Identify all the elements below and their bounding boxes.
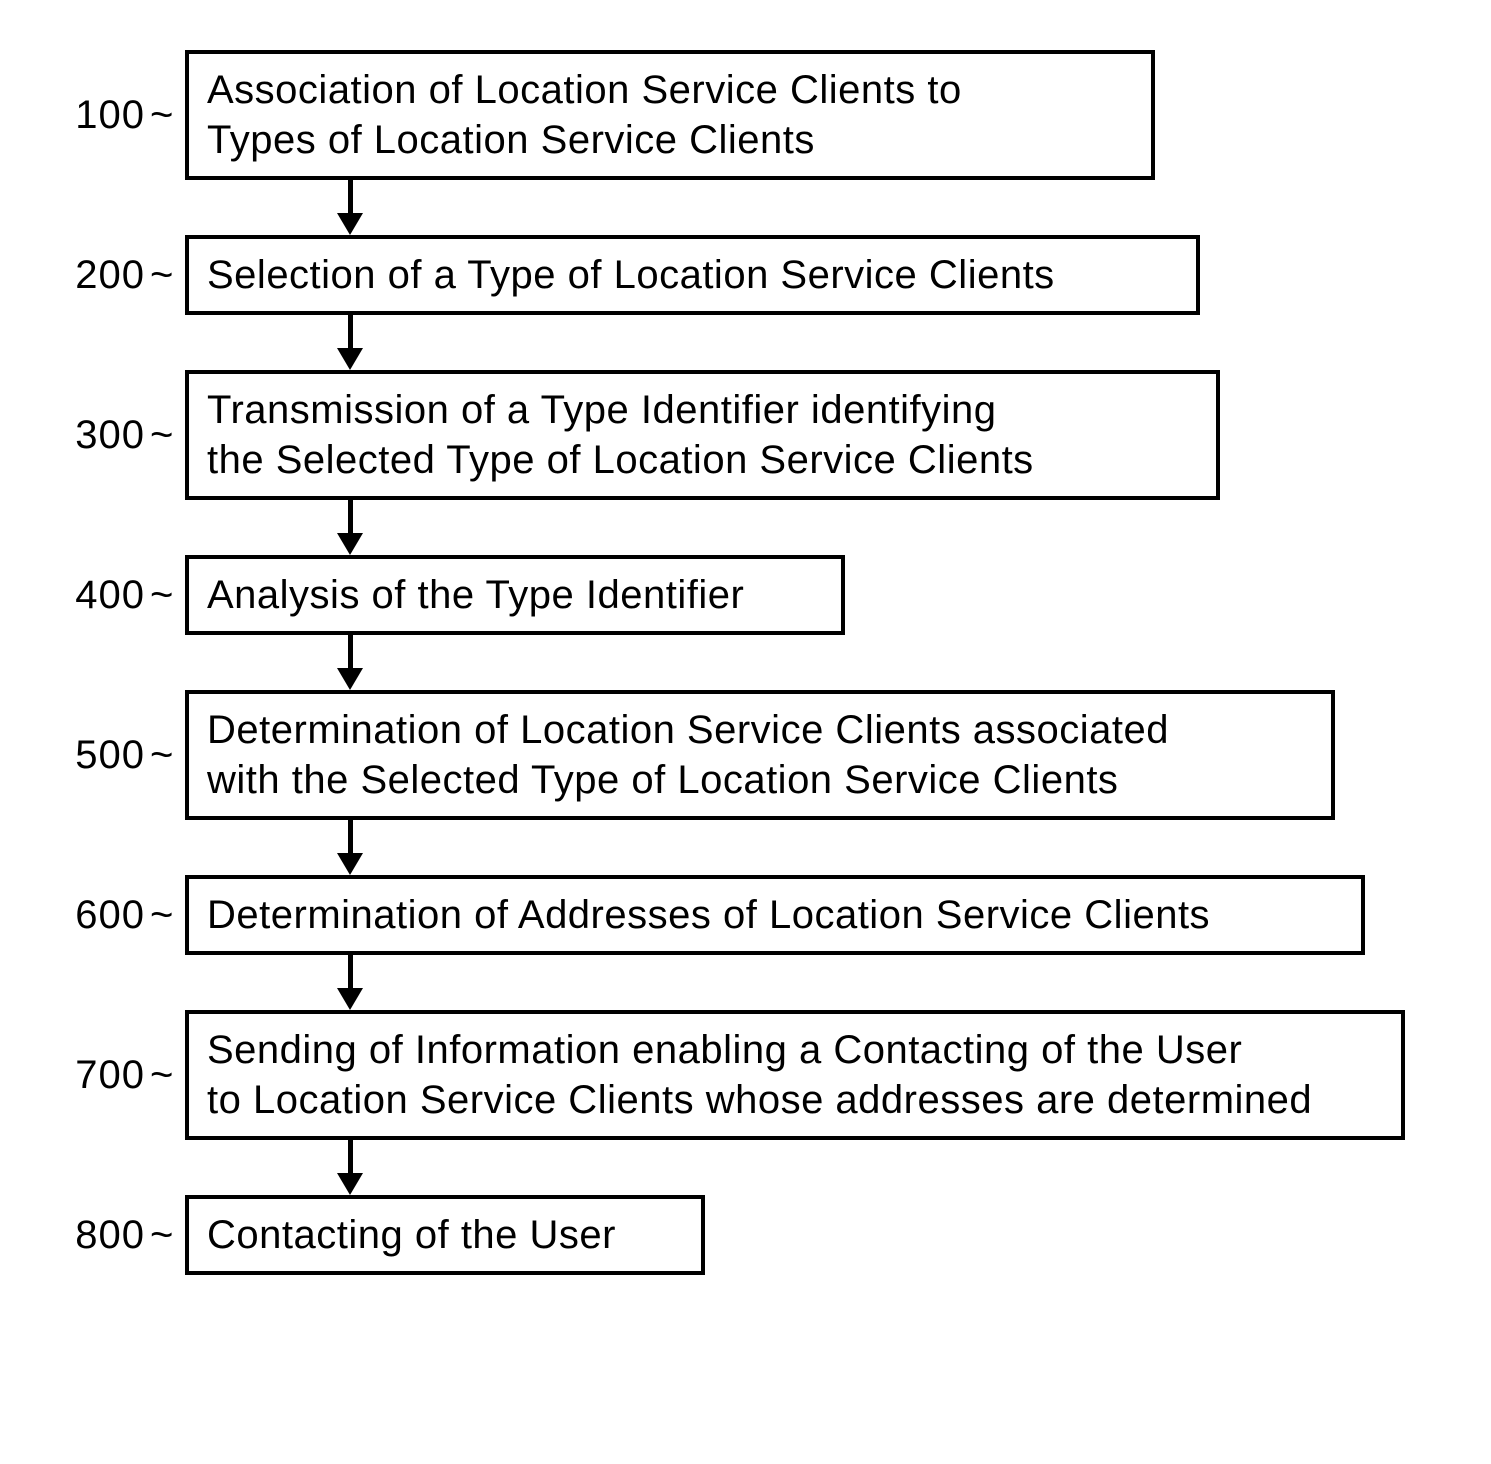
step-label-200: 200 — [55, 253, 145, 298]
arrow-head-icon — [337, 348, 363, 370]
process-box-800: Contacting of the User — [185, 1195, 705, 1275]
step-label-500: 500 — [55, 733, 145, 778]
process-text-300: Transmission of a Type Identifier identi… — [207, 385, 1034, 485]
process-text-400: Analysis of the Type Identifier — [207, 570, 744, 620]
arrow-head-icon — [337, 668, 363, 690]
arrow-stem — [348, 180, 353, 215]
arrow-stem — [348, 820, 353, 855]
process-text-700: Sending of Information enabling a Contac… — [207, 1025, 1312, 1125]
label-connector: ~ — [150, 893, 173, 938]
arrow-head-icon — [337, 533, 363, 555]
process-text-500: Determination of Location Service Client… — [207, 705, 1169, 805]
label-connector: ~ — [150, 733, 173, 778]
arrow-stem — [348, 955, 353, 990]
step-label-700: 700 — [55, 1053, 145, 1098]
label-connector: ~ — [150, 413, 173, 458]
arrow-head-icon — [337, 213, 363, 235]
arrow-head-icon — [337, 853, 363, 875]
label-connector: ~ — [150, 1053, 173, 1098]
flowchart-canvas: 100~Association of Location Service Clie… — [0, 0, 1491, 1464]
step-label-400: 400 — [55, 573, 145, 618]
arrow-head-icon — [337, 1173, 363, 1195]
process-box-600: Determination of Addresses of Location S… — [185, 875, 1365, 955]
arrow-stem — [348, 1140, 353, 1175]
label-connector: ~ — [150, 573, 173, 618]
process-text-600: Determination of Addresses of Location S… — [207, 890, 1210, 940]
process-box-200: Selection of a Type of Location Service … — [185, 235, 1200, 315]
arrow-stem — [348, 500, 353, 535]
label-connector: ~ — [150, 253, 173, 298]
process-box-300: Transmission of a Type Identifier identi… — [185, 370, 1220, 500]
step-label-300: 300 — [55, 413, 145, 458]
arrow-stem — [348, 635, 353, 670]
process-text-200: Selection of a Type of Location Service … — [207, 250, 1055, 300]
arrow-head-icon — [337, 988, 363, 1010]
process-box-100: Association of Location Service Clients … — [185, 50, 1155, 180]
arrow-stem — [348, 315, 353, 350]
process-text-100: Association of Location Service Clients … — [207, 65, 962, 165]
label-connector: ~ — [150, 93, 173, 138]
process-box-700: Sending of Information enabling a Contac… — [185, 1010, 1405, 1140]
process-box-500: Determination of Location Service Client… — [185, 690, 1335, 820]
process-text-800: Contacting of the User — [207, 1210, 616, 1260]
label-connector: ~ — [150, 1213, 173, 1258]
step-label-100: 100 — [55, 93, 145, 138]
process-box-400: Analysis of the Type Identifier — [185, 555, 845, 635]
step-label-800: 800 — [55, 1213, 145, 1258]
step-label-600: 600 — [55, 893, 145, 938]
